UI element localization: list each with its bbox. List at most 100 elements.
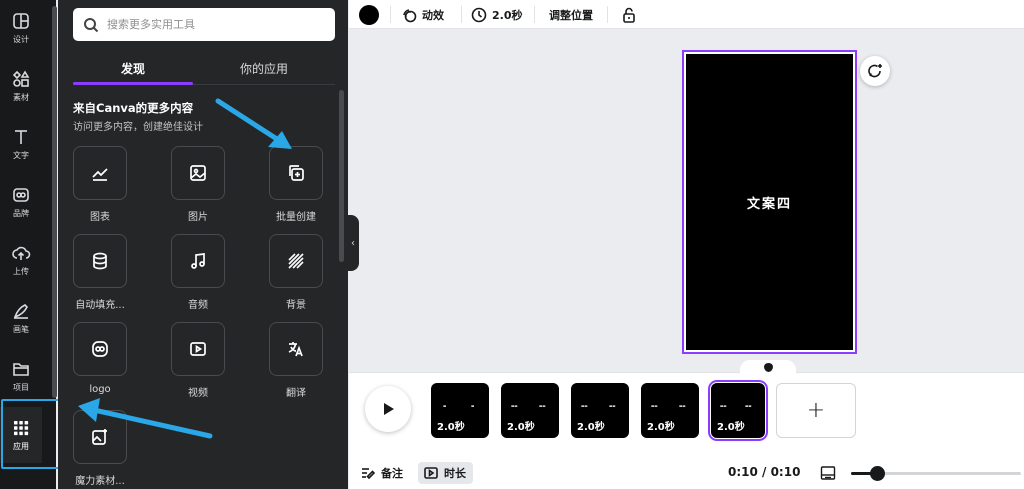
app-label-bulk-create: 批量创建 bbox=[276, 212, 316, 223]
plus-icon: + bbox=[806, 398, 826, 423]
collapse-panel-button[interactable]: ‹ bbox=[347, 215, 359, 271]
page-thumbnail-4[interactable]: ▬▬ ▬▬ 2.0秒 bbox=[641, 383, 699, 438]
app-tile-backgrounds[interactable] bbox=[269, 234, 323, 288]
rail-item-label: 品牌 bbox=[13, 209, 29, 218]
app-label-translate: 翻译 bbox=[286, 388, 306, 399]
image-icon bbox=[190, 165, 206, 181]
app-tile-translate[interactable] bbox=[269, 322, 323, 376]
tab-your-apps[interactable]: 你的应用 bbox=[240, 60, 288, 77]
rail-item-label: 画笔 bbox=[13, 325, 29, 334]
folder-icon bbox=[13, 363, 29, 376]
app-tile-magic-media[interactable] bbox=[73, 410, 127, 464]
page-view-icon[interactable] bbox=[820, 465, 836, 481]
notes-button[interactable]: 备注 bbox=[360, 462, 403, 484]
app-label-autofill: 自动填充... bbox=[75, 300, 125, 311]
rail-item-elements[interactable]: 素材 bbox=[0, 58, 42, 114]
page-text[interactable]: 文案四 bbox=[747, 193, 792, 212]
pattern-icon bbox=[288, 253, 304, 269]
animate-label: 动效 bbox=[422, 8, 444, 22]
app-tile-autofill[interactable] bbox=[73, 234, 127, 288]
app-tile-audio[interactable] bbox=[171, 234, 225, 288]
rail-item-projects[interactable]: 项目 bbox=[0, 348, 42, 404]
app-label-magic-media: 魔力素材... bbox=[75, 476, 125, 487]
clock-icon bbox=[471, 7, 487, 22]
app-label-backgrounds: 背景 bbox=[286, 300, 306, 311]
logo-icon bbox=[92, 341, 108, 357]
toolbar-divider bbox=[534, 6, 535, 23]
lock-button[interactable] bbox=[621, 0, 642, 29]
app-tile-charts[interactable] bbox=[73, 146, 127, 200]
magic-media-icon bbox=[92, 429, 107, 445]
zoom-slider-handle[interactable] bbox=[869, 466, 885, 481]
thumb-text: ▬▬ bbox=[651, 404, 658, 408]
thumb-duration: 2.0秒 bbox=[437, 422, 465, 433]
chart-icon bbox=[92, 168, 108, 181]
bulk-create-icon bbox=[289, 165, 304, 181]
layout-icon bbox=[13, 13, 29, 29]
rail-item-label: 文字 bbox=[13, 151, 29, 160]
timeline-resize-handle[interactable] bbox=[740, 360, 796, 374]
add-comment-button[interactable] bbox=[860, 56, 890, 86]
rail-scrollbar[interactable] bbox=[52, 6, 57, 398]
notes-label: 备注 bbox=[381, 467, 403, 480]
duration-label: 2.0秒 bbox=[492, 8, 523, 22]
position-button[interactable]: 调整位置 bbox=[549, 0, 593, 29]
color-button[interactable] bbox=[359, 0, 379, 29]
page-thumbnail-5[interactable]: ▬▬ ▬▬ 2.0秒 bbox=[708, 380, 768, 441]
chevron-left-icon: ‹ bbox=[351, 237, 355, 249]
app-label-charts: 图表 bbox=[90, 212, 110, 223]
rail-item-label: 上传 bbox=[13, 267, 29, 276]
editor-toolbar: 动效 2.0秒 调整位置 bbox=[349, 0, 1024, 29]
duration-toggle-button[interactable]: 时长 bbox=[418, 462, 473, 484]
thumb-text: ▬▬ bbox=[581, 404, 588, 408]
rail-item-text[interactable]: 文字 bbox=[0, 116, 42, 172]
duration-toggle-label: 时长 bbox=[444, 467, 466, 480]
add-page-button[interactable]: + bbox=[776, 383, 856, 438]
search-input[interactable] bbox=[107, 18, 327, 31]
app-label-logo: logo bbox=[89, 384, 111, 395]
apps-panel: 发现 你的应用 来自Canva的更多内容 访问更多内容，创建绝佳设计 图表 图片… bbox=[58, 0, 348, 489]
rail-item-label: 设计 bbox=[13, 35, 29, 44]
thumb-text: ▬▬ bbox=[511, 404, 518, 408]
music-icon bbox=[191, 253, 205, 269]
app-tile-videos[interactable] bbox=[171, 322, 225, 376]
design-page[interactable]: 文案四 bbox=[682, 50, 857, 354]
app-label-videos: 视频 bbox=[188, 388, 208, 399]
tab-discover[interactable]: 发现 bbox=[121, 60, 145, 77]
toolbar-divider bbox=[390, 6, 391, 23]
app-label-audio: 音频 bbox=[188, 300, 208, 311]
color-swatch bbox=[359, 4, 379, 25]
duration-button[interactable]: 2.0秒 bbox=[471, 0, 523, 29]
thumb-duration: 2.0秒 bbox=[647, 422, 675, 433]
drag-handle-icon bbox=[763, 362, 773, 372]
unlock-icon bbox=[623, 7, 635, 23]
rail-item-brand[interactable]: 品牌 bbox=[0, 174, 42, 230]
rail-item-label: 项目 bbox=[13, 383, 29, 392]
rail-item-label: 素材 bbox=[13, 93, 29, 102]
app-tile-logo[interactable] bbox=[73, 322, 127, 376]
thumb-text: ▬▬ bbox=[745, 404, 752, 408]
panel-scrollbar[interactable] bbox=[339, 90, 344, 262]
rail-item-draw[interactable]: 画笔 bbox=[0, 290, 42, 346]
thumb-duration: 2.0秒 bbox=[507, 422, 535, 433]
search-box[interactable] bbox=[73, 8, 335, 41]
thumb-duration: 2.0秒 bbox=[577, 422, 605, 433]
app-tile-images[interactable] bbox=[171, 146, 225, 200]
page-content: 文案四 bbox=[686, 54, 853, 350]
page-thumbnail-1[interactable]: ▬ ▬ 2.0秒 bbox=[431, 383, 489, 438]
shapes-icon bbox=[12, 70, 30, 87]
animate-button[interactable]: 动效 bbox=[401, 0, 444, 29]
rail-item-uploads[interactable]: 上传 bbox=[0, 232, 42, 288]
page-thumbnail-2[interactable]: ▬▬ ▬▬ 2.0秒 bbox=[501, 383, 559, 438]
upload-cloud-icon bbox=[12, 246, 31, 260]
section-title: 来自Canva的更多内容 bbox=[73, 101, 194, 115]
notes-icon bbox=[362, 468, 376, 480]
app-tile-bulk-create[interactable] bbox=[269, 146, 323, 200]
playback-time: 0:10 / 0:10 bbox=[728, 465, 801, 479]
thumb-text: ▬▬ bbox=[539, 404, 546, 408]
comment-add-icon bbox=[868, 64, 882, 78]
rail-item-design[interactable]: 设计 bbox=[0, 0, 42, 56]
page-thumbnail-3[interactable]: ▬▬ ▬▬ 2.0秒 bbox=[571, 383, 629, 438]
play-button[interactable] bbox=[365, 386, 411, 432]
thumb-text: ▬▬ bbox=[609, 404, 616, 408]
